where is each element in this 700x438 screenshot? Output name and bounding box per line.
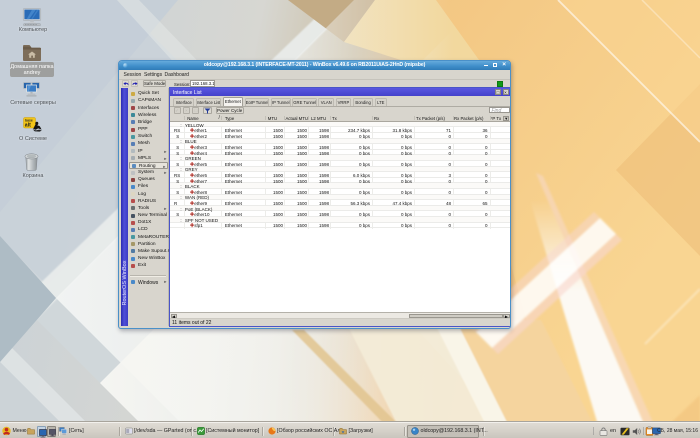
svg-text:alt: alt	[25, 122, 31, 128]
